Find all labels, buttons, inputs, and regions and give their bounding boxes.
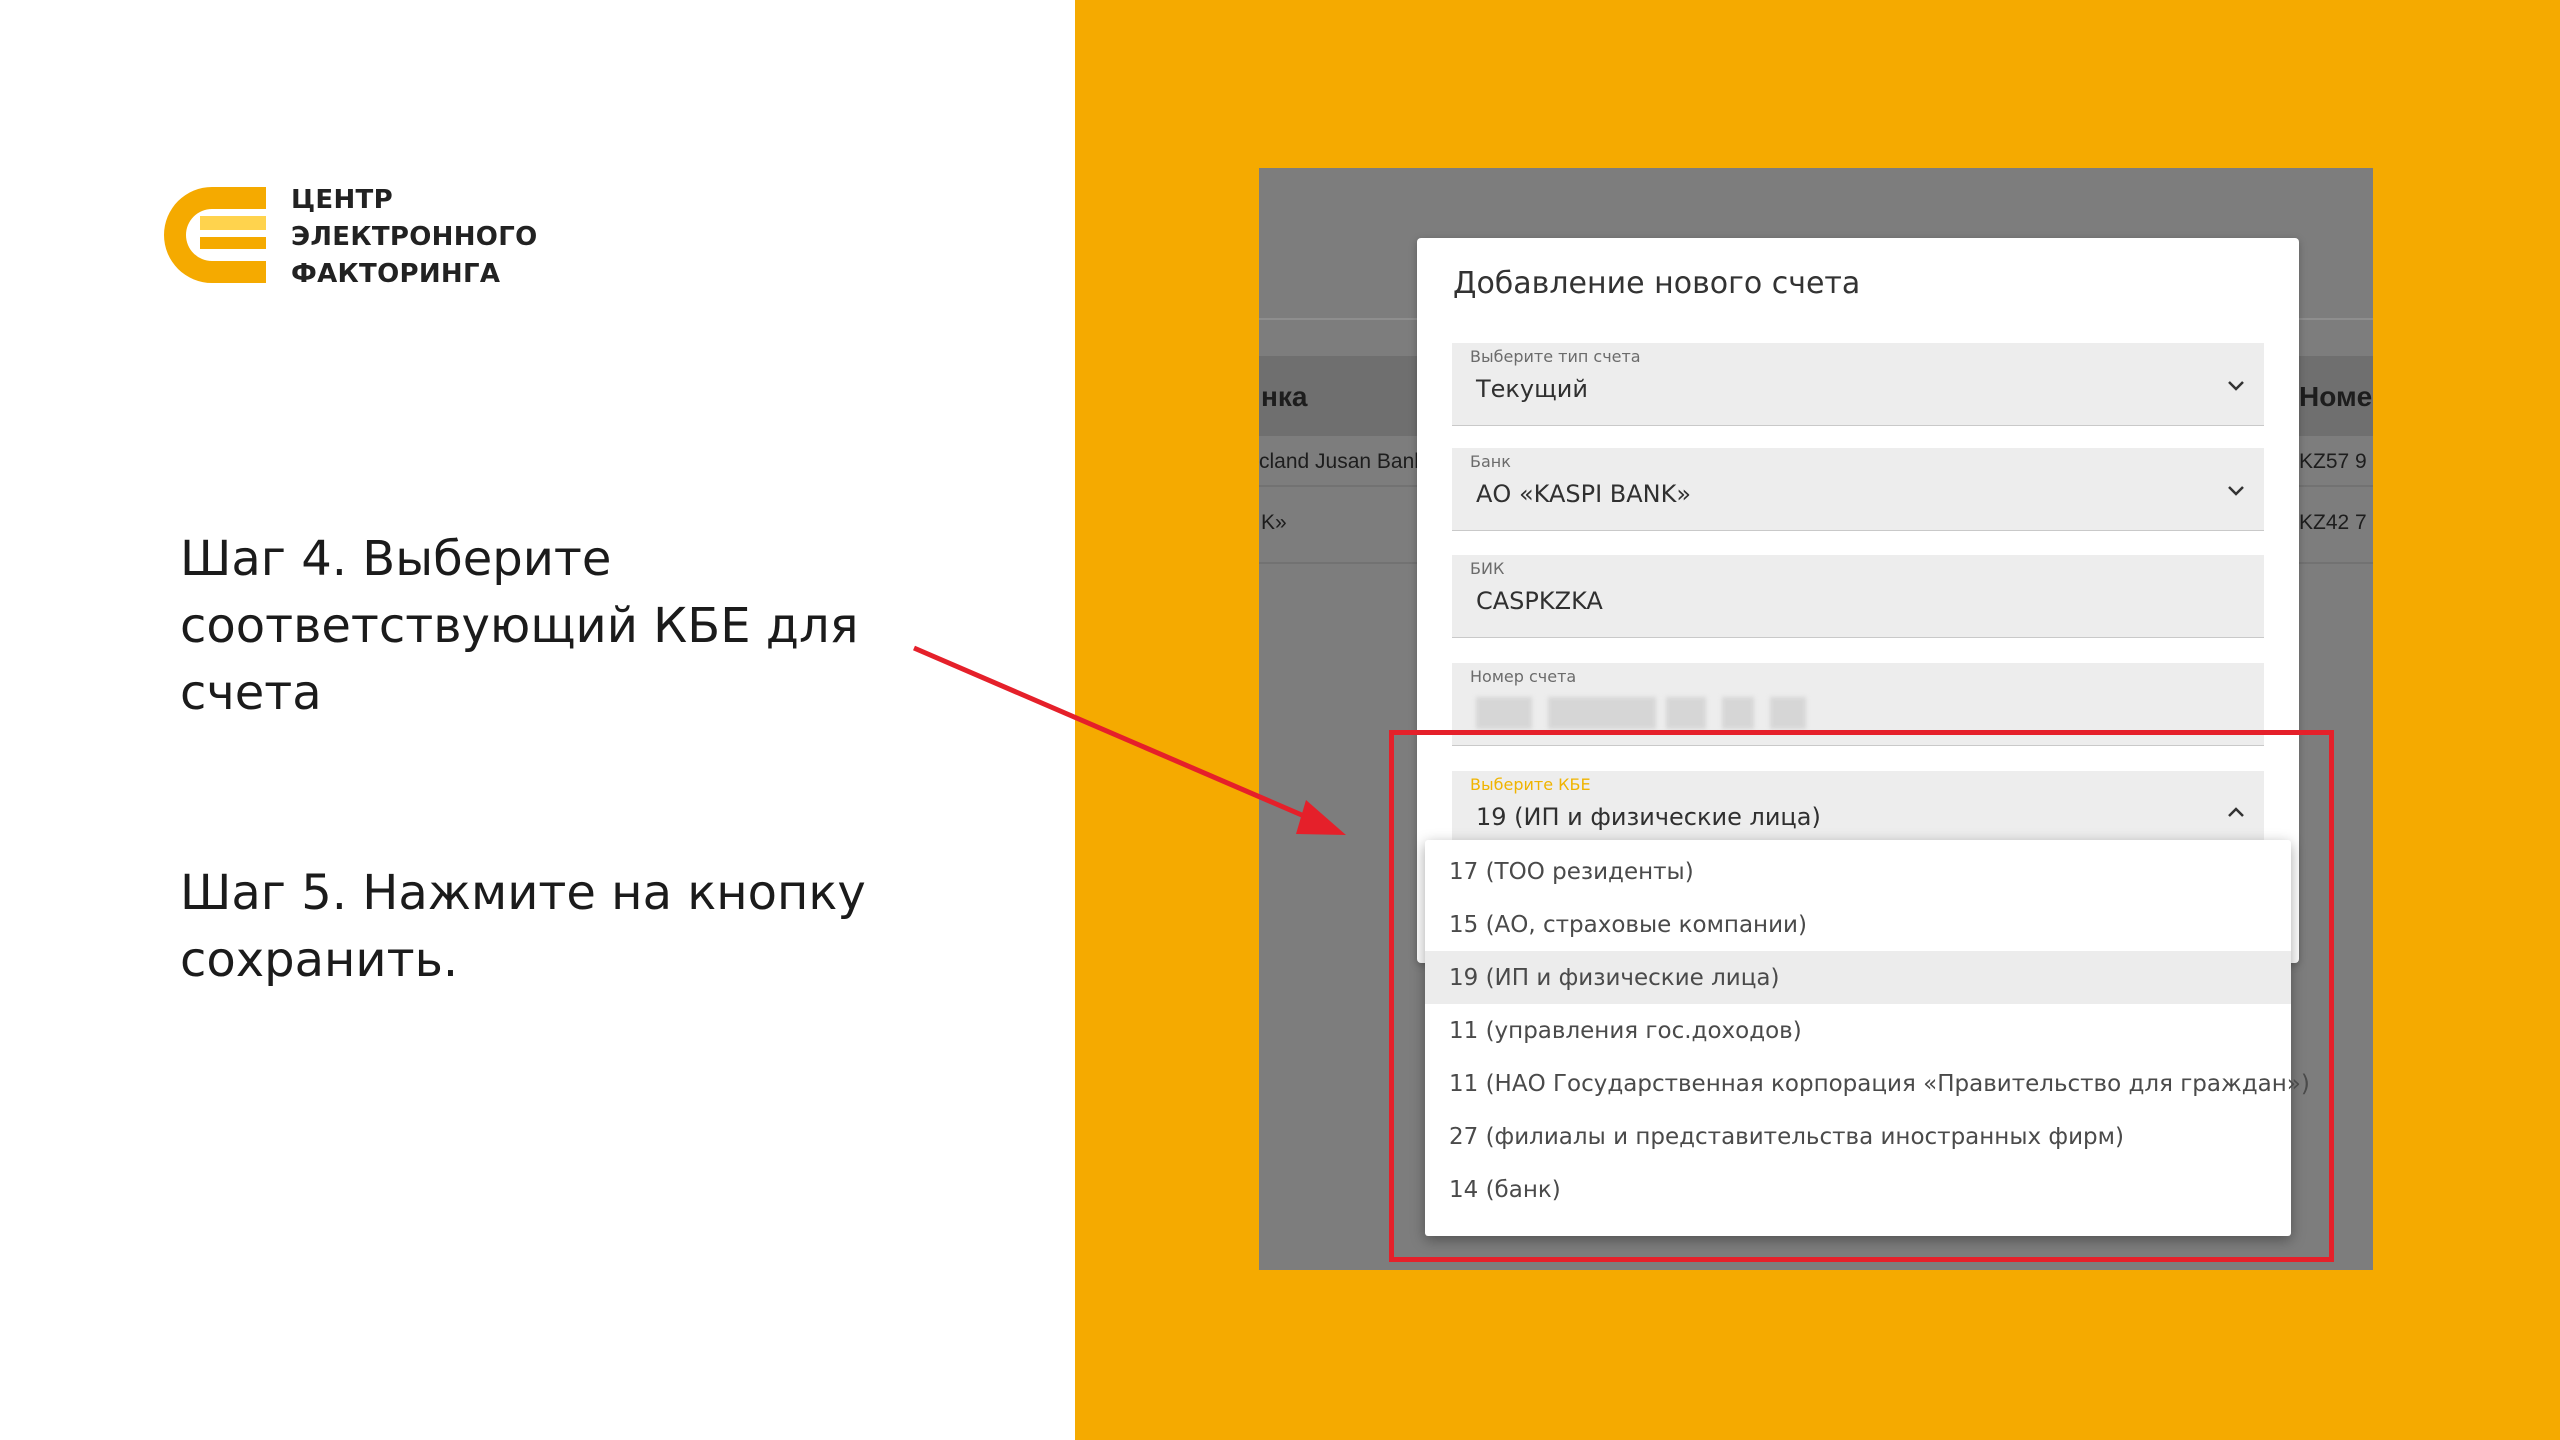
table-header-bank: нка [1261,381,1308,412]
bik-field[interactable]: БИК CASPKZKA [1452,555,2264,638]
bank-select[interactable]: Банк АО «KASPI BANK» [1452,448,2264,531]
chevron-down-icon [2228,381,2244,391]
field-value: АО «KASPI BANK» [1476,480,1692,508]
logo-icon [164,187,266,283]
slide-left-panel: ЦЕНТР ЭЛЕКТРОННОГО ФАКТОРИНГА Шаг 4. Выб… [0,0,1075,1440]
logo-wordmark: ЦЕНТР ЭЛЕКТРОННОГО ФАКТОРИНГА [291,182,537,293]
table-cell: cland Jusan Bank [1259,450,1425,473]
account-type-select[interactable]: Выберите тип счета Текущий [1452,343,2264,426]
field-label: Выберите тип счета [1470,347,1641,366]
redacted-block [1666,697,1706,729]
field-value: Текущий [1476,375,1588,403]
chevron-down-icon [2228,486,2244,496]
table-cell: K» [1261,511,1287,534]
table-cell: KZ42 7 [2299,511,2367,534]
logo-line-3: ФАКТОРИНГА [291,259,501,289]
redacted-block [1476,697,1532,729]
logo-line-1: ЦЕНТР [291,185,393,215]
redacted-block [1548,697,1656,729]
redacted-block [1722,697,1754,729]
table-header-number: Номер [2299,381,2373,412]
field-label: БИК [1470,559,1505,578]
table-cell: KZ57 9 [2299,450,2367,473]
modal-title: Добавление нового счета [1453,266,1861,301]
step-5-instruction: Шаг 5. Нажмите на кнопку сохранить. [180,865,866,988]
field-value: CASPKZKA [1476,587,1603,615]
field-label: Банк [1470,452,1511,471]
highlight-frame [1389,730,2334,1262]
logo-line-2: ЭЛЕКТРОННОГО [291,222,538,252]
redacted-block [1770,697,1806,729]
step-4-instruction: Шаг 4. Выберите соответствующий КБЕ для … [180,531,859,721]
field-label: Номер счета [1470,667,1577,686]
